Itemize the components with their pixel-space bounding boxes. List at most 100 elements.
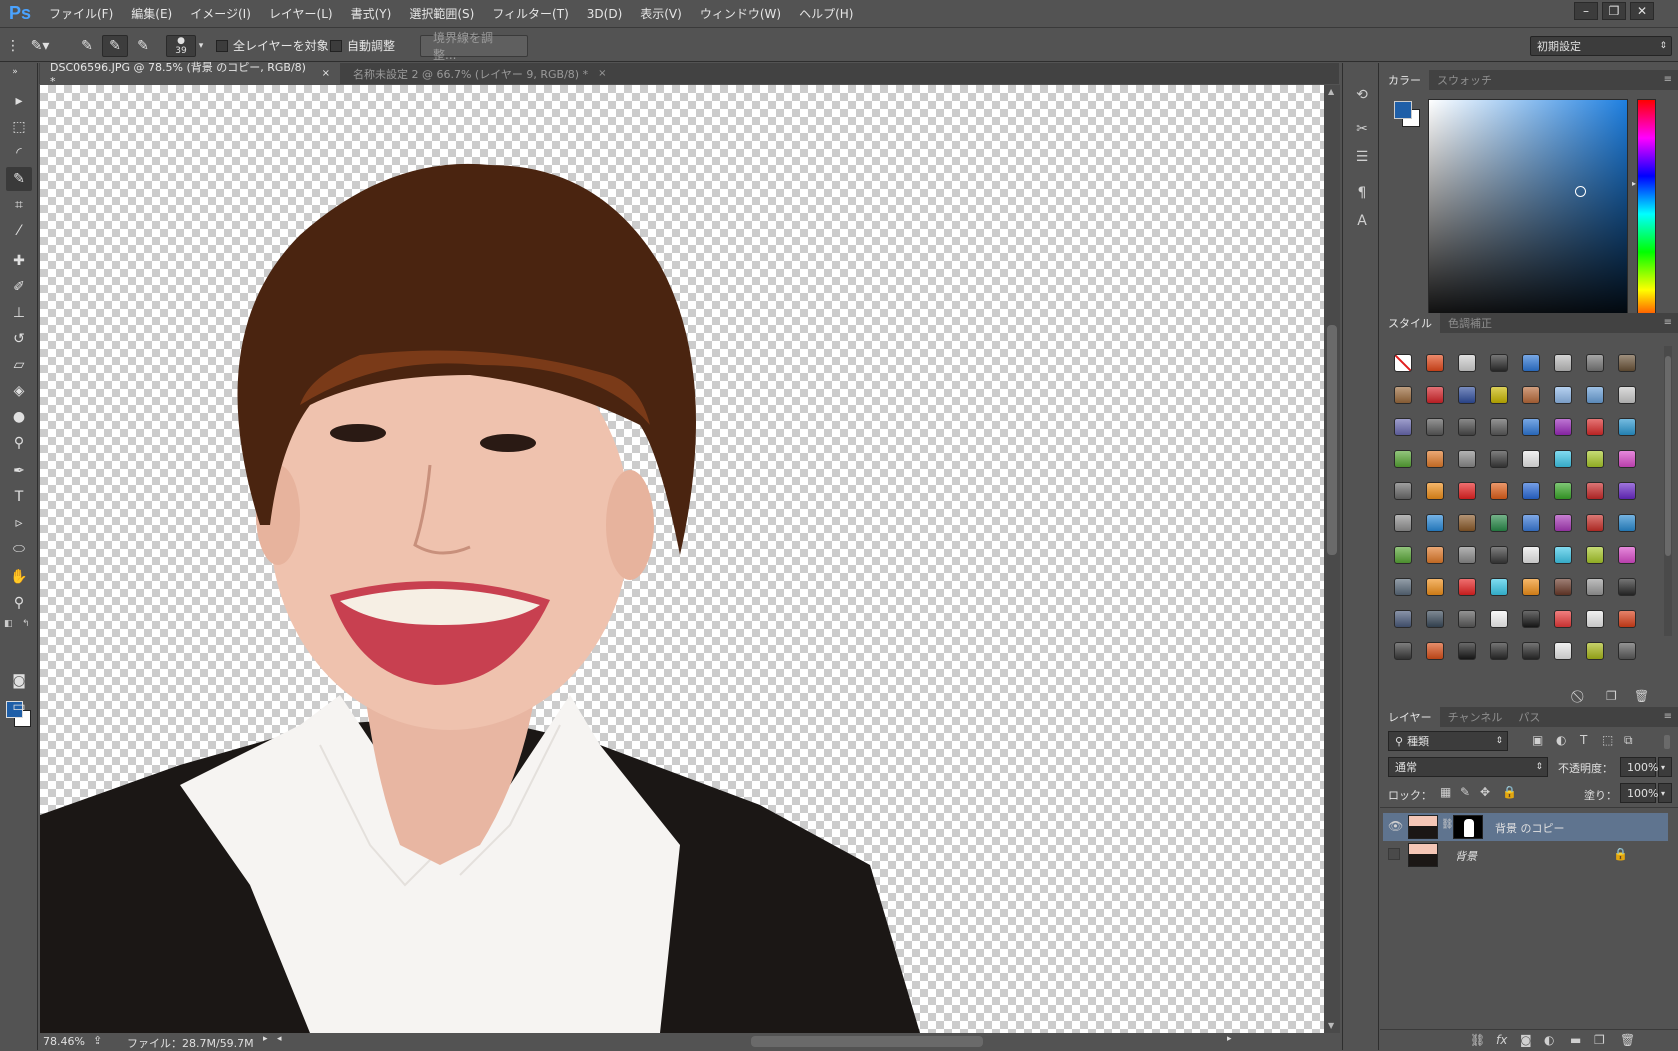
- opacity-input[interactable]: 100%: [1620, 757, 1658, 777]
- style-swatch[interactable]: [1586, 354, 1604, 372]
- delete-layer-icon[interactable]: 🗑: [1620, 1033, 1635, 1047]
- style-swatch[interactable]: [1554, 482, 1572, 500]
- blend-mode-select[interactable]: 通常 ⇕: [1388, 757, 1548, 777]
- hue-slider-arrow-icon[interactable]: ▸: [1632, 179, 1636, 188]
- lock-image-icon[interactable]: ✎: [1460, 785, 1470, 799]
- style-swatch[interactable]: [1522, 642, 1540, 660]
- eye-visibility-icon[interactable]: 👁: [1388, 819, 1403, 833]
- zoom-tool-icon[interactable]: ⚲: [6, 591, 32, 615]
- style-swatch[interactable]: [1586, 546, 1604, 564]
- style-swatch[interactable]: [1458, 450, 1476, 468]
- style-swatch[interactable]: [1522, 386, 1540, 404]
- hue-slider[interactable]: [1637, 99, 1656, 329]
- style-swatch[interactable]: [1490, 578, 1508, 596]
- layer-row-background[interactable]: 背景 🔒: [1383, 841, 1668, 869]
- style-swatch[interactable]: [1426, 578, 1444, 596]
- style-swatch[interactable]: [1426, 450, 1444, 468]
- style-swatch[interactable]: [1554, 642, 1572, 660]
- document-canvas[interactable]: [40, 85, 1324, 1033]
- sample-all-layers-option[interactable]: 全レイヤーを対象: [216, 37, 329, 54]
- opacity-dropdown-icon[interactable]: ▾: [1658, 757, 1672, 777]
- crop-tool-icon[interactable]: ⌗: [6, 193, 32, 217]
- style-swatch[interactable]: [1490, 514, 1508, 532]
- filter-smart-object-icon[interactable]: ⧉: [1624, 733, 1633, 748]
- quick-selection-tool-icon[interactable]: ✎: [6, 167, 32, 191]
- restore-button[interactable]: ❐: [1602, 2, 1626, 20]
- color-picker-field[interactable]: [1428, 99, 1628, 329]
- ellipse-tool-icon[interactable]: ⬭: [6, 537, 32, 561]
- minimize-button[interactable]: –: [1574, 2, 1598, 20]
- style-swatch[interactable]: [1490, 450, 1508, 468]
- menu-filter[interactable]: フィルター(T): [483, 0, 577, 28]
- filter-type-icon[interactable]: T: [1580, 733, 1587, 747]
- style-swatch[interactable]: [1458, 386, 1476, 404]
- history-brush-tool-icon[interactable]: ↺: [6, 327, 32, 351]
- style-swatch[interactable]: [1586, 642, 1604, 660]
- new-group-icon[interactable]: ▬: [1570, 1033, 1581, 1047]
- style-swatch[interactable]: [1458, 354, 1476, 372]
- new-layer-icon[interactable]: ❐: [1594, 1033, 1605, 1047]
- delete-style-icon[interactable]: 🗑: [1634, 689, 1649, 703]
- tab-adjustments[interactable]: 色調補正: [1440, 313, 1500, 333]
- style-swatch[interactable]: [1522, 514, 1540, 532]
- fill-dropdown-icon[interactable]: ▾: [1658, 783, 1672, 803]
- menu-window[interactable]: ウィンドウ(W): [691, 0, 790, 28]
- brush-tool-icon[interactable]: ✐: [6, 275, 32, 299]
- scroll-right-icon[interactable]: ▸: [1227, 1034, 1232, 1044]
- style-swatch[interactable]: [1618, 386, 1636, 404]
- style-swatch[interactable]: [1426, 642, 1444, 660]
- type-tool-icon[interactable]: T: [6, 485, 32, 509]
- lock-all-icon[interactable]: 🔒: [1502, 785, 1517, 799]
- style-swatch[interactable]: [1394, 578, 1412, 596]
- tab-channels[interactable]: チャンネル: [1440, 707, 1511, 727]
- refine-edge-button[interactable]: 境界線を調整...: [420, 31, 528, 62]
- tab-close-icon[interactable]: ×: [322, 68, 330, 79]
- layer-mask-thumbnail[interactable]: [1453, 815, 1483, 839]
- paragraph-panel-icon[interactable]: ¶: [1349, 181, 1375, 205]
- filter-toggle[interactable]: [1664, 735, 1670, 749]
- auto-enhance-option[interactable]: 自動調整: [330, 37, 395, 54]
- tab-close-icon[interactable]: ×: [598, 68, 606, 79]
- pen-tool-icon[interactable]: ✒: [6, 459, 32, 483]
- style-swatch[interactable]: [1426, 386, 1444, 404]
- fx-icon[interactable]: fx: [1496, 1033, 1507, 1047]
- style-swatch[interactable]: [1554, 386, 1572, 404]
- style-swatch[interactable]: [1618, 514, 1636, 532]
- hand-tool-icon[interactable]: ✋: [6, 565, 32, 589]
- fill-input[interactable]: 100%: [1620, 783, 1658, 803]
- zoom-level[interactable]: 78.46%: [43, 1035, 85, 1048]
- style-swatch[interactable]: [1522, 354, 1540, 372]
- panel-menu-icon[interactable]: ≡: [1664, 74, 1672, 85]
- style-swatch[interactable]: [1522, 546, 1540, 564]
- style-swatch[interactable]: [1586, 450, 1604, 468]
- style-swatch[interactable]: [1586, 610, 1604, 628]
- color-fg-swatch[interactable]: [1394, 101, 1412, 119]
- vertical-scrollbar[interactable]: ▲ ▼: [1324, 85, 1340, 1033]
- style-swatch[interactable]: [1458, 482, 1476, 500]
- screen-mode-icon[interactable]: ▭: [6, 695, 32, 719]
- lock-position-icon[interactable]: ✥: [1480, 785, 1490, 799]
- dodge-tool-icon[interactable]: ⚲: [6, 431, 32, 455]
- style-swatch[interactable]: [1618, 610, 1636, 628]
- swap-colors-icon[interactable]: ↰: [22, 619, 30, 629]
- style-swatch[interactable]: [1458, 610, 1476, 628]
- horizontal-scroll-thumb[interactable]: [751, 1036, 983, 1047]
- style-swatch[interactable]: [1586, 418, 1604, 436]
- adjustment-layer-icon[interactable]: ◐: [1544, 1033, 1554, 1047]
- style-swatch[interactable]: [1458, 418, 1476, 436]
- subtract-from-selection-icon[interactable]: ✎: [130, 35, 156, 57]
- healing-brush-tool-icon[interactable]: ✚: [6, 249, 32, 273]
- panel-menu-icon[interactable]: ≡: [1664, 317, 1672, 328]
- path-selection-tool-icon[interactable]: ▹: [6, 511, 32, 535]
- style-swatch[interactable]: [1586, 482, 1604, 500]
- menu-edit[interactable]: 編集(E): [122, 0, 181, 28]
- tab-paths[interactable]: パス: [1510, 707, 1548, 727]
- style-swatch[interactable]: [1586, 578, 1604, 596]
- style-swatch[interactable]: [1586, 386, 1604, 404]
- history-panel-icon[interactable]: ⟲: [1349, 83, 1375, 107]
- style-swatch[interactable]: [1394, 482, 1412, 500]
- lock-transparent-icon[interactable]: ▦: [1440, 785, 1451, 799]
- style-swatch[interactable]: [1458, 514, 1476, 532]
- blur-tool-icon[interactable]: ●: [6, 405, 32, 429]
- brush-dropdown-icon[interactable]: ▾: [196, 35, 206, 57]
